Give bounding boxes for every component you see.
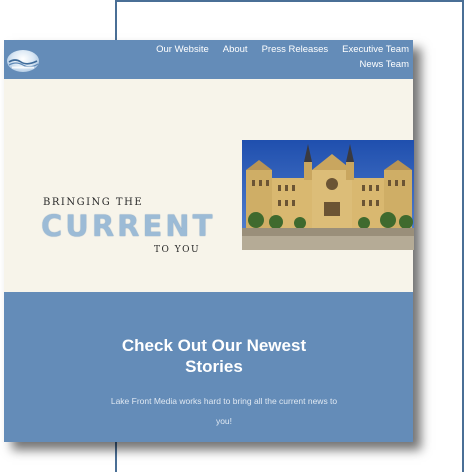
- stories-description: Lake Front Media works hard to bring all…: [110, 396, 338, 426]
- nav-our-website[interactable]: Our Website: [156, 44, 209, 55]
- building-photo: [242, 140, 414, 250]
- website-preview: Our Website About Press Releases Executi…: [4, 40, 414, 442]
- tagline-top: BRINGING THE: [43, 197, 144, 208]
- stories-title: Check Out Our Newest Stories: [121, 336, 307, 376]
- logo-icon[interactable]: [7, 50, 39, 72]
- main-nav: Our Website About Press Releases Executi…: [149, 44, 409, 70]
- hero-section: BRINGING THE CURRENT TO YOU: [4, 79, 414, 292]
- tagline-bottom: TO YOU: [154, 245, 201, 255]
- nav-executive-team[interactable]: Executive Team: [342, 44, 409, 55]
- nav-news-team[interactable]: News Team: [360, 59, 409, 70]
- nav-press-releases[interactable]: Press Releases: [262, 44, 329, 55]
- stories-section: Check Out Our Newest Stories Lake Front …: [4, 292, 413, 442]
- tagline-main: CURRENT: [41, 209, 216, 243]
- nav-about[interactable]: About: [223, 44, 248, 55]
- site-header: Our Website About Press Releases Executi…: [4, 40, 413, 79]
